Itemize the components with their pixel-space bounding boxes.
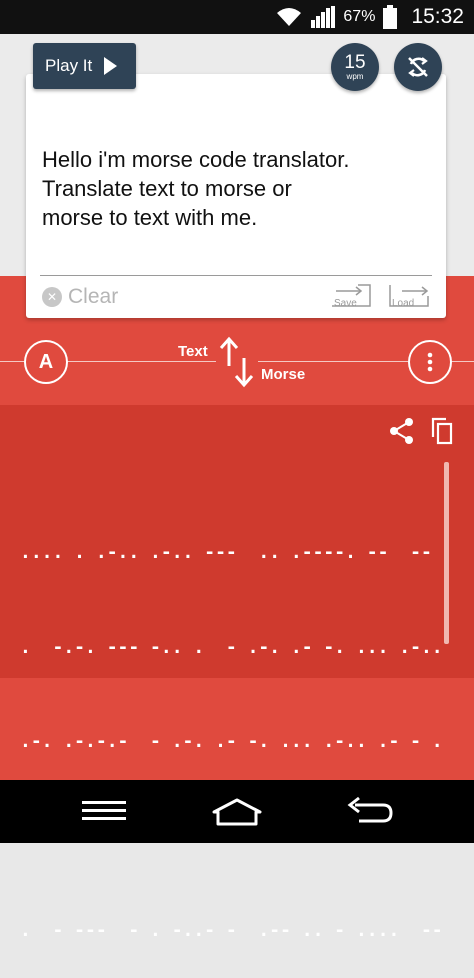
battery-percent: 67%: [343, 8, 376, 25]
more-vert-icon: [427, 352, 433, 372]
divider-right: [258, 361, 408, 362]
home-button[interactable]: [211, 797, 263, 832]
copy-icon: [431, 417, 453, 445]
play-icon: [104, 57, 118, 75]
back-icon: [347, 796, 393, 823]
wpm-value: 15: [344, 51, 366, 73]
output-scrollbar[interactable]: [444, 462, 449, 644]
morse-line: . - --- - . -..- - .-- .. - .... -- . .-…: [20, 920, 440, 941]
morse-output-text: .... . .-.. .-.. --- .. .----. -- -- ---…: [20, 474, 440, 978]
signal-icon: [311, 6, 336, 28]
input-text-field[interactable]: Hello i'm morse code translator. Transla…: [42, 145, 432, 232]
clear-icon: ✕: [42, 287, 62, 307]
play-label: Play It: [45, 56, 93, 75]
copy-button[interactable]: [430, 417, 454, 450]
share-icon: [390, 418, 413, 444]
divider-edge-left: [0, 361, 24, 362]
clear-button[interactable]: ✕ Clear: [42, 285, 118, 309]
play-button[interactable]: Play It: [33, 43, 136, 89]
more-options-button[interactable]: [408, 340, 452, 384]
load-label: Load: [392, 298, 415, 309]
morse-line: .... . .-.. .-.. --- .. .----. -- -- ---…: [20, 542, 432, 563]
status-bar: 67% 15:32: [0, 0, 474, 34]
morse-line: .-. .-.-.- - .-. .- -. ... .-.. .- - . -…: [20, 731, 440, 752]
wpm-button[interactable]: 15 wpm: [331, 43, 379, 91]
save-button[interactable]: Save: [330, 282, 374, 310]
divider-left: [66, 361, 216, 362]
menu-icon: [82, 801, 126, 820]
menu-button[interactable]: [82, 800, 126, 827]
from-language-label: Text: [178, 343, 208, 360]
load-button[interactable]: Load: [388, 282, 432, 310]
share-button[interactable]: [389, 417, 415, 450]
alphabet-button[interactable]: A: [24, 340, 68, 384]
home-icon: [212, 798, 262, 826]
sync-off-icon: [408, 57, 428, 77]
back-button[interactable]: [345, 796, 395, 831]
clock: 15:32: [411, 5, 464, 28]
wpm-unit: wpm: [346, 71, 364, 81]
save-label: Save: [334, 298, 357, 309]
swap-direction-button[interactable]: [218, 336, 258, 395]
battery-icon: [383, 5, 398, 29]
to-language-label: Morse: [261, 366, 306, 383]
sync-toggle-button[interactable]: [394, 43, 442, 91]
morse-line: . -.-. --- -.. . - .-. .- -. ... .-.. .-…: [20, 636, 440, 658]
clear-label: Clear: [68, 285, 119, 308]
input-underline: [40, 275, 432, 276]
divider-edge-right: [450, 361, 474, 362]
swap-arrows-icon: [219, 336, 254, 388]
wifi-icon: [275, 6, 303, 28]
input-card: Hello i'm morse code translator. Transla…: [26, 74, 446, 318]
